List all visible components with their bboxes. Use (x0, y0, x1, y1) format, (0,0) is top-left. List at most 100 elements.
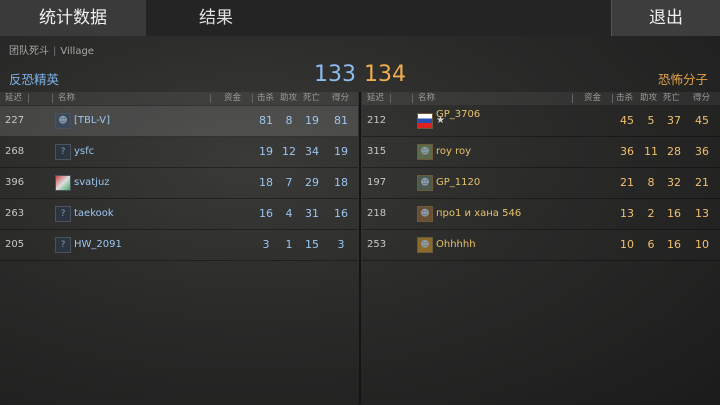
player-deaths: 31 (305, 207, 319, 220)
player-assists: 1 (285, 238, 293, 251)
col-money: 资金 (224, 93, 242, 103)
player-score: 45 (695, 114, 709, 127)
col-divider (52, 94, 53, 103)
tab-statistics[interactable]: 统计数据 (0, 0, 146, 36)
player-deaths: 15 (305, 238, 319, 251)
player-assists: 12 (282, 145, 296, 158)
player-row[interactable]: 268 ? ysfc 19 12 34 19 (0, 137, 358, 168)
player-name: про1 и хана 546 (436, 208, 522, 219)
ct-column-header: 延迟 名称 资金 击杀 助攻 死亡 得分 (0, 92, 358, 105)
player-ping: 396 (5, 177, 25, 188)
player-name: svatjuz (74, 177, 110, 188)
player-score: 81 (334, 114, 348, 127)
player-ping: 315 (367, 146, 387, 157)
t-scoreboard: 延迟 名称 资金 击杀 助攻 死亡 得分 212 GP_3706 ★ 45 5 … (362, 92, 720, 405)
player-kills: 81 (259, 114, 273, 127)
player-row[interactable]: 253 ☻ Ohhhhh 10 6 16 10 (362, 230, 720, 261)
flag-avatar-icon (55, 175, 71, 191)
player-kills: 36 (620, 145, 634, 158)
player-deaths: 29 (305, 176, 319, 189)
unknown-avatar-icon: ? (55, 206, 71, 222)
player-ping: 218 (367, 208, 387, 219)
player-row[interactable]: 263 ? taekook 16 4 31 16 (0, 199, 358, 230)
col-score: 得分 (693, 93, 711, 103)
player-assists: 6 (647, 238, 655, 251)
player-kills: 21 (620, 176, 634, 189)
portrait-avatar-icon: ☻ (55, 113, 71, 129)
col-score: 得分 (332, 93, 350, 103)
player-deaths: 32 (667, 176, 681, 189)
t-team-score: 134 (364, 62, 406, 87)
match-info: 团队死斗 | Village (9, 42, 94, 57)
t-team-name: 恐怖分子 (657, 72, 708, 87)
col-divider (612, 94, 613, 103)
player-assists: 5 (647, 114, 655, 127)
player-assists: 4 (285, 207, 293, 220)
player-kills: 13 (620, 207, 634, 220)
player-kills: 16 (259, 207, 273, 220)
player-assists: 8 (647, 176, 655, 189)
ct-scoreboard: 延迟 名称 资金 击杀 助攻 死亡 得分 227 ☻ [TBL-V] 81 8 … (0, 92, 358, 405)
col-ping: 延迟 (5, 93, 23, 103)
player-name: GP_1120 (436, 177, 481, 188)
col-deaths: 死亡 (303, 93, 321, 103)
top-bar: 统计数据 结果 退出 (0, 0, 720, 36)
col-ping: 延迟 (367, 93, 385, 103)
character-avatar-icon: ☻ (417, 206, 433, 222)
player-score: 21 (695, 176, 709, 189)
player-name: taekook (74, 208, 114, 219)
player-row[interactable]: 396 svatjuz 18 7 29 18 (0, 168, 358, 199)
col-divider (252, 94, 253, 103)
player-score: 18 (334, 176, 348, 189)
col-assists: 助攻 (280, 93, 298, 103)
col-divider (412, 94, 413, 103)
col-name: 名称 (418, 93, 436, 103)
player-row[interactable]: 205 ? HW_2091 3 1 15 3 (0, 230, 358, 261)
player-assists: 11 (644, 145, 658, 158)
player-row[interactable]: 227 ☻ [TBL-V] 81 8 19 81 (0, 106, 358, 137)
col-kills: 击杀 (257, 93, 275, 103)
unknown-avatar-icon: ? (55, 237, 71, 253)
player-row[interactable]: 197 ☻ GP_1120 21 8 32 21 (362, 168, 720, 199)
player-name: [TBL-V] (74, 115, 111, 126)
player-name: roy roy (436, 146, 472, 157)
player-score: 10 (695, 238, 709, 251)
col-money: 资金 (584, 93, 602, 103)
character-avatar-icon: ☻ (417, 175, 433, 191)
player-ping: 197 (367, 177, 387, 188)
player-score: 36 (695, 145, 709, 158)
player-deaths: 34 (305, 145, 319, 158)
player-score: 3 (337, 238, 345, 251)
player-deaths: 19 (305, 114, 319, 127)
col-divider (28, 94, 29, 103)
tab-results[interactable]: 结果 (146, 0, 286, 36)
map-name: Village (60, 46, 94, 57)
player-ping: 268 (5, 146, 25, 157)
player-deaths: 37 (667, 114, 681, 127)
exit-button[interactable]: 退出 (611, 0, 720, 36)
col-divider (210, 94, 211, 103)
character-avatar-icon: ☻ (417, 237, 433, 253)
col-assists: 助攻 (640, 93, 658, 103)
unknown-avatar-icon: ? (55, 144, 71, 160)
player-assists: 7 (285, 176, 293, 189)
player-ping: 253 (367, 239, 387, 250)
player-ping: 212 (367, 115, 387, 126)
player-deaths: 16 (667, 238, 681, 251)
ct-team-score: 133 (314, 62, 356, 87)
star-icon: ★ (436, 115, 445, 126)
t-column-header: 延迟 名称 资金 击杀 助攻 死亡 得分 (362, 92, 720, 105)
player-kills: 10 (620, 238, 634, 251)
player-kills: 3 (262, 238, 270, 251)
player-row[interactable]: 212 GP_3706 ★ 45 5 37 45 (362, 106, 720, 137)
player-row[interactable]: 218 ☻ про1 и хана 546 13 2 16 13 (362, 199, 720, 230)
panel-divider (359, 92, 361, 405)
player-row[interactable]: 315 ☻ roy roy 36 11 28 36 (362, 137, 720, 168)
player-deaths: 16 (667, 207, 681, 220)
player-assists: 8 (285, 114, 293, 127)
player-name: HW_2091 (74, 239, 122, 250)
col-divider (572, 94, 573, 103)
character-avatar-icon: ☻ (417, 144, 433, 160)
player-deaths: 28 (667, 145, 681, 158)
col-deaths: 死亡 (663, 93, 681, 103)
